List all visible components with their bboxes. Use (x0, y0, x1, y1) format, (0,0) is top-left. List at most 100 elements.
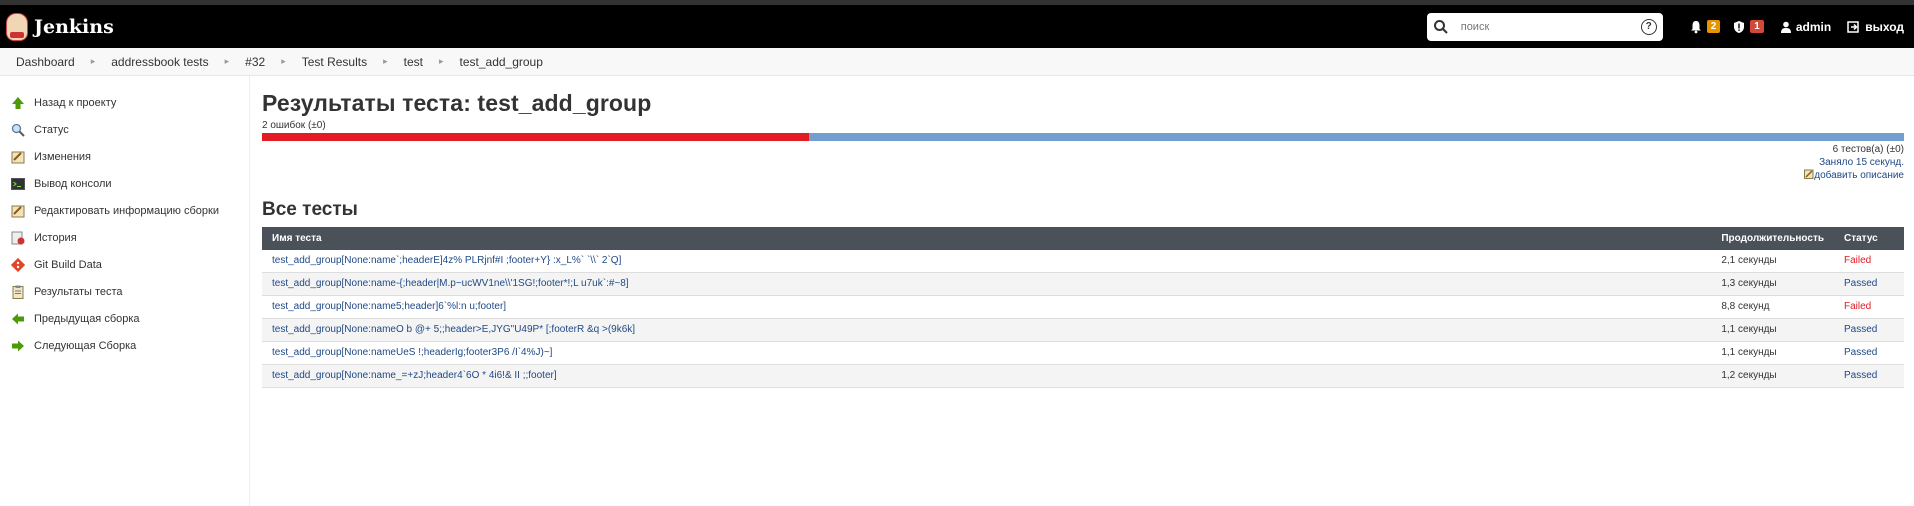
user-icon (1780, 21, 1791, 33)
main-panel: Результаты теста: test_add_group 2 ошибо… (250, 76, 1914, 506)
sidebar-item-label: Git Build Data (34, 258, 102, 271)
tests-table: Имя теста Продолжительность Статус test_… (262, 226, 1904, 388)
test-result-bar (262, 133, 1904, 141)
test-status: Passed (1834, 318, 1904, 342)
history-icon (10, 230, 26, 246)
column-header-duration[interactable]: Продолжительность (1711, 227, 1834, 250)
search-icon (1433, 19, 1448, 34)
test-duration: 8,8 секунд (1711, 295, 1834, 319)
sidebar-item-git-build-data[interactable]: Git Build Data (0, 251, 249, 278)
breadcrumb-dashboard[interactable]: Dashboard (16, 55, 75, 69)
left-arrow-icon (10, 311, 26, 327)
test-link[interactable]: test_add_group[None:name_=+zJ;header4`6O… (272, 370, 557, 381)
username: admin (1795, 19, 1832, 34)
notepad-icon (10, 149, 26, 165)
test-link[interactable]: test_add_group[None:nameUeS !;headerIg;f… (272, 347, 552, 358)
sidebar-item-label: История (34, 231, 77, 244)
page-title: Результаты теста: test_add_group (262, 90, 652, 116)
test-link[interactable]: test_add_group[None:name-{;header|M.p~uc… (272, 278, 629, 289)
test-status: Passed (1834, 272, 1904, 296)
tests-count: 6 тестов(а) (±0) (1832, 144, 1904, 155)
add-description-label: добавить описание (1814, 170, 1904, 181)
test-duration: 1,1 секунды (1711, 318, 1834, 342)
search-box: ? (1426, 12, 1663, 41)
table-row: test_add_group[None:nameUeS !;headerIg;f… (262, 341, 1904, 365)
table-row: test_add_group[None:name`;headerE]4z% PL… (262, 249, 1904, 273)
column-header-test-name[interactable]: Имя теста (262, 227, 1711, 250)
clipboard-icon (10, 284, 26, 300)
test-link[interactable]: test_add_group[None:nameO b @+ 5;;header… (272, 324, 635, 335)
test-link[interactable]: test_add_group[None:name5;header]6`%l:n … (272, 301, 506, 312)
chevron-right-icon: ▸ (224, 56, 230, 66)
sidebar-item-label: Статус (34, 123, 69, 136)
test-status: Passed (1834, 341, 1904, 365)
add-description-link[interactable]: добавить описание (262, 169, 1904, 183)
test-duration: 1,1 секунды (1711, 341, 1834, 365)
breadcrumb-package[interactable]: test (404, 55, 423, 69)
duration-link[interactable]: Заняло 15 секунд. (262, 157, 1904, 170)
test-status: Failed (1834, 295, 1904, 319)
sidebar-item-label: Редактировать информацию сборки (34, 204, 219, 217)
sidebar-item-test-results[interactable]: Результаты теста (0, 278, 249, 305)
test-status: Passed (1834, 364, 1904, 388)
right-arrow-icon (10, 338, 26, 354)
logout-icon (1847, 20, 1859, 33)
sidebar-item-label: Назад к проекту (34, 96, 117, 109)
notifications-badge: 2 (1706, 20, 1721, 33)
jenkins-butler-icon (6, 12, 28, 41)
breadcrumb: Dashboard ▸ addressbook tests ▸ #32 ▸ Te… (0, 48, 1914, 76)
sidebar-item-history[interactable]: История (0, 224, 249, 251)
sidebar-item-back-to-project[interactable]: Назад к проекту (0, 89, 249, 116)
chevron-right-icon: ▸ (438, 56, 444, 66)
table-row: test_add_group[None:name-{;header|M.p~uc… (262, 272, 1904, 296)
jenkins-logo[interactable]: Jenkins (6, 12, 114, 41)
sidebar-item-console[interactable]: Вывод консоли (0, 170, 249, 197)
sidebar-item-next-build[interactable]: Следующая Сборка (0, 332, 249, 359)
top-header: Jenkins ? 2 1 admin (0, 5, 1914, 48)
breadcrumb-project[interactable]: addressbook tests (111, 55, 208, 69)
security-badge: 1 (1750, 20, 1764, 33)
table-row: test_add_group[None:nameO b @+ 5;;header… (262, 318, 1904, 342)
breadcrumb-test-results[interactable]: Test Results (302, 55, 367, 69)
chevron-right-icon: ▸ (281, 56, 286, 66)
test-link[interactable]: test_add_group[None:name`;headerE]4z% PL… (272, 255, 621, 266)
git-icon (10, 257, 26, 273)
shield-icon (1734, 20, 1745, 33)
test-duration: 2,1 секунды (1711, 249, 1834, 273)
table-row: test_add_group[None:name5;header]6`%l:n … (262, 295, 1904, 319)
logout-link[interactable]: выход (1847, 20, 1904, 34)
sidebar-item-previous-build[interactable]: Предыдущая сборка (0, 305, 249, 332)
notepad-icon (10, 203, 26, 219)
side-panel: Назад к проекту Статус Изменения Вывод к… (0, 76, 250, 506)
edit-icon (1804, 169, 1814, 179)
sidebar-item-status[interactable]: Статус (0, 116, 249, 143)
up-arrow-icon (10, 95, 26, 111)
sidebar-item-label: Предыдущая сборка (34, 312, 140, 325)
column-header-status[interactable]: Статус (1834, 227, 1904, 250)
sidebar-item-changes[interactable]: Изменения (0, 143, 249, 170)
sidebar-item-label: Вывод консоли (34, 177, 112, 190)
test-status: Failed (1834, 249, 1904, 273)
notifications[interactable]: 2 (1689, 20, 1721, 34)
breadcrumb-class[interactable]: test_add_group (460, 55, 543, 69)
table-header-row: Имя теста Продолжительность Статус (262, 226, 1904, 250)
summary-info: 6 тестов(а) (±0) Заняло 15 секунд. добав… (262, 144, 1904, 183)
test-result-bar-passed (809, 133, 1904, 141)
sidebar-item-label: Результаты теста (34, 285, 123, 298)
table-row: test_add_group[None:name_=+zJ;header4`6O… (262, 364, 1904, 388)
security-alerts[interactable]: 1 (1732, 20, 1764, 34)
test-duration: 1,3 секунды (1711, 272, 1834, 296)
terminal-icon (10, 176, 26, 192)
all-tests-heading: Все тесты (262, 198, 358, 220)
failure-count: 2 ошибок (±0) (262, 120, 326, 131)
logout-label: выход (1865, 19, 1904, 34)
chevron-right-icon: ▸ (90, 56, 96, 66)
test-result-bar-failed (262, 133, 810, 141)
breadcrumb-build[interactable]: #32 (245, 55, 265, 69)
search-icon (10, 122, 26, 138)
sidebar-item-edit-build-info[interactable]: Редактировать информацию сборки (0, 197, 249, 224)
search-input[interactable] (1458, 19, 1641, 34)
help-icon[interactable]: ? (1640, 18, 1657, 35)
user-menu[interactable]: admin (1780, 20, 1831, 34)
sidebar-item-label: Изменения (34, 150, 91, 163)
